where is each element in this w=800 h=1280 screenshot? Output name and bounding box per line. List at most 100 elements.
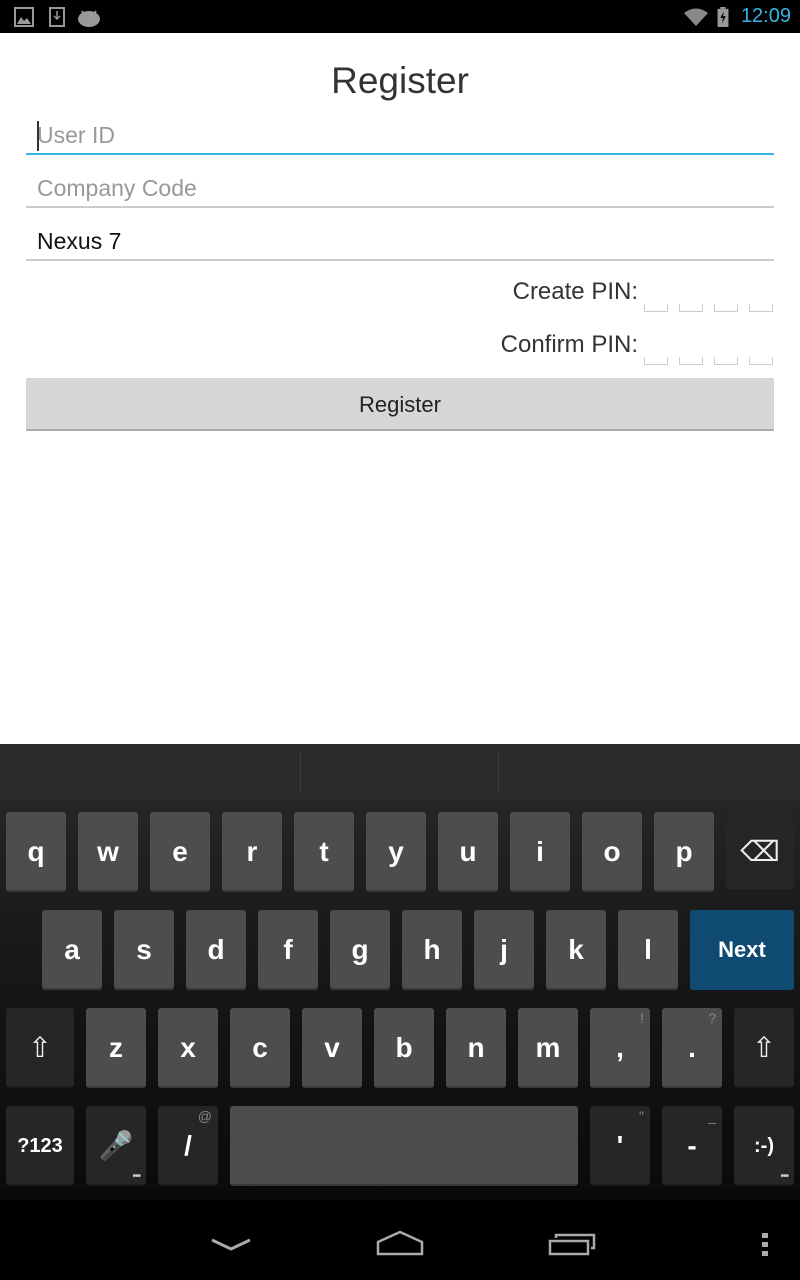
key-label: d <box>207 934 225 965</box>
next-key[interactable]: Next <box>690 910 794 990</box>
status-bar: 12:09 <box>0 0 800 33</box>
confirm-pin-digit[interactable] <box>714 357 738 365</box>
create-pin-digit[interactable] <box>679 304 703 312</box>
device-name-input[interactable]: Nexus 7 <box>26 221 774 261</box>
key-i-key[interactable]: i <box>510 812 570 892</box>
key-p-key[interactable]: p <box>654 812 714 892</box>
key-q-key[interactable]: q <box>6 812 66 892</box>
key-m-key[interactable]: m <box>518 1008 578 1088</box>
key-x-key[interactable]: x <box>158 1008 218 1088</box>
hide-keyboard-icon[interactable] <box>210 1238 252 1252</box>
key-b-key[interactable]: b <box>374 1008 434 1088</box>
create-pin-digit[interactable] <box>749 304 773 312</box>
key-hint: ? <box>708 1010 716 1026</box>
key-label: 🎤 <box>98 1130 134 1161</box>
confirm-pin-digit[interactable] <box>679 357 703 365</box>
register-button[interactable]: Register <box>26 378 774 431</box>
key-s-key[interactable]: s <box>114 910 174 990</box>
key-label: f <box>283 934 293 965</box>
key-label: ⇧ <box>28 1032 52 1063</box>
key-/-key[interactable]: / @ <box>158 1106 218 1186</box>
create-pin-digit[interactable] <box>644 304 668 312</box>
create-pin-digit[interactable] <box>714 304 738 312</box>
key-r-key[interactable]: r <box>222 812 282 892</box>
key-label: k <box>568 934 584 965</box>
key-label: Next <box>718 937 766 962</box>
key-label: , <box>616 1032 624 1063</box>
key-a-key[interactable]: a <box>42 910 102 990</box>
device-name-value: Nexus 7 <box>37 228 122 254</box>
key-label: g <box>351 934 369 965</box>
backspace-key[interactable]: ⌫ <box>726 812 794 892</box>
key-.-key[interactable]: .? <box>662 1008 722 1088</box>
key-g-key[interactable]: g <box>330 910 390 990</box>
key-t-key[interactable]: t <box>294 812 354 892</box>
suggestion-divider <box>498 752 499 794</box>
navigation-bar <box>0 1200 800 1280</box>
symbols-key[interactable]: ?123 <box>6 1106 74 1186</box>
key-hint: " <box>639 1108 644 1124</box>
key---key[interactable]: - _ <box>662 1106 722 1186</box>
key-label: r <box>246 836 258 867</box>
key-,-key[interactable]: ,! <box>590 1008 650 1088</box>
key-n-key[interactable]: n <box>446 1008 506 1088</box>
key-h-key[interactable]: h <box>402 910 462 990</box>
confirm-pin-label: Confirm PIN: <box>500 331 638 358</box>
key-k-key[interactable]: k <box>546 910 606 990</box>
key-label: ?123 <box>17 1135 63 1157</box>
key-label: c <box>252 1032 268 1063</box>
key-label: - <box>687 1130 697 1161</box>
key-u-key[interactable]: u <box>438 812 498 892</box>
key-label: t <box>319 836 329 867</box>
key-d-key[interactable]: d <box>186 910 246 990</box>
key-label: :-) <box>754 1135 774 1157</box>
key-j-key[interactable]: j <box>474 910 534 990</box>
key-f-key[interactable]: f <box>258 910 318 990</box>
confirm-pin-digit[interactable] <box>644 357 668 365</box>
key-label: v <box>324 1032 340 1063</box>
key-label: j <box>500 934 508 965</box>
shift-left-key[interactable]: ⇧ <box>6 1008 74 1088</box>
key-z-key[interactable]: z <box>86 1008 146 1088</box>
key-label: m <box>535 1032 561 1063</box>
company-code-input[interactable]: Company Code <box>26 168 774 208</box>
key-label: a <box>64 934 80 965</box>
key-label: l <box>644 934 652 965</box>
wifi-icon <box>684 8 708 26</box>
key-w-key[interactable]: w <box>78 812 138 892</box>
key-'-key[interactable]: ' " <box>590 1106 650 1186</box>
confirm-pin-digit[interactable] <box>749 357 773 365</box>
user-id-input[interactable]: User ID <box>26 115 774 155</box>
battery-charging-icon <box>717 7 729 27</box>
more-options-indicator: ••• <box>780 1171 788 1182</box>
download-icon <box>49 7 65 27</box>
recent-apps-icon[interactable] <box>548 1232 596 1256</box>
key-label: i <box>536 836 544 867</box>
key-y-key[interactable]: y <box>366 812 426 892</box>
page-title: Register <box>331 60 469 101</box>
key-label: e <box>172 836 188 867</box>
home-icon[interactable] <box>376 1230 424 1256</box>
key-c-key[interactable]: c <box>230 1008 290 1088</box>
key-label: ⇧ <box>752 1032 776 1063</box>
text-cursor <box>37 121 39 151</box>
key-hint: ! <box>640 1010 644 1026</box>
key-label: b <box>395 1032 413 1063</box>
create-pin-label: Create PIN: <box>512 278 638 305</box>
key-e-key[interactable]: e <box>150 812 210 892</box>
key-v-key[interactable]: v <box>302 1008 362 1088</box>
space-key[interactable] <box>230 1106 578 1186</box>
key-label: ⌫ <box>740 836 780 867</box>
key-l-key[interactable]: l <box>618 910 678 990</box>
key-o-key[interactable]: o <box>582 812 642 892</box>
company-code-placeholder: Company Code <box>37 175 197 201</box>
shift-right-key[interactable]: ⇧ <box>734 1008 794 1088</box>
emoticon-key[interactable]: :-) ••• <box>734 1106 794 1186</box>
key-label: w <box>97 836 119 867</box>
clock: 12:09 <box>740 5 791 27</box>
key-label: y <box>388 836 404 867</box>
menu-icon[interactable] <box>760 1232 770 1258</box>
mic-key[interactable]: 🎤 ••• <box>86 1106 146 1186</box>
key-label: x <box>180 1032 196 1063</box>
android-icon <box>78 10 100 27</box>
